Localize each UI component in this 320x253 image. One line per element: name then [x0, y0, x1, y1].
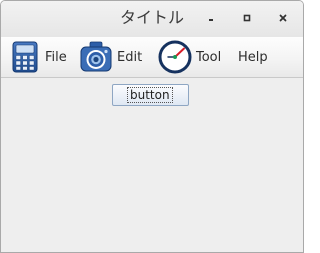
camera-icon: [80, 41, 112, 72]
minimize-button[interactable]: [203, 10, 219, 26]
menu-help-label: Help: [238, 49, 268, 65]
menu-file-label: File: [45, 49, 67, 65]
minimize-icon: [209, 19, 213, 21]
menu-bar: File Edit Tool Help: [1, 37, 303, 78]
maximize-icon: [243, 14, 251, 22]
menu-tool[interactable]: Tool: [158, 38, 221, 76]
title-bar[interactable]: タイトル: [1, 1, 303, 37]
application-window: タイトル File Edit Tool Help button: [0, 0, 304, 253]
main-button-label: button: [127, 87, 173, 103]
calculator-icon: [12, 41, 38, 73]
main-content: button: [1, 78, 303, 252]
menu-edit[interactable]: Edit: [79, 38, 142, 76]
close-button[interactable]: [275, 10, 291, 26]
menu-edit-label: Edit: [117, 49, 143, 65]
close-icon: [279, 14, 287, 22]
menu-help[interactable]: Help: [238, 38, 268, 76]
main-button[interactable]: button: [112, 84, 189, 106]
menu-tool-label: Tool: [196, 49, 222, 65]
maximize-button[interactable]: [239, 10, 255, 26]
menu-file[interactable]: File: [9, 38, 67, 76]
window-title: タイトル: [119, 8, 184, 27]
gauge-icon: [158, 40, 192, 74]
